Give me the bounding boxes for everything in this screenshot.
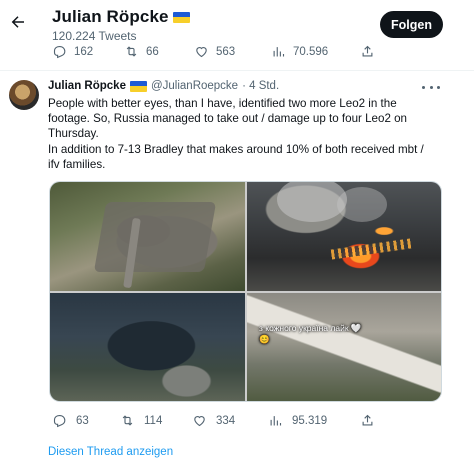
share-button[interactable] xyxy=(360,44,382,59)
smoke-shape xyxy=(337,187,387,222)
back-button[interactable] xyxy=(8,12,28,32)
show-thread-link[interactable]: Diesen Thread anzeigen xyxy=(48,446,173,458)
retweet-icon xyxy=(126,46,137,57)
heart-icon xyxy=(196,47,207,58)
tweet-time[interactable]: · 4 Std. xyxy=(242,80,279,92)
media-image-drone-view[interactable] xyxy=(50,293,245,401)
media-grid: з кожного україна лайк 🤍😊 xyxy=(49,181,442,402)
dot-icon xyxy=(437,85,440,89)
reply-count: 162 xyxy=(74,45,94,58)
author-name[interactable]: Julian Röpcke xyxy=(48,80,126,92)
reply-button[interactable]: 63 xyxy=(52,413,89,428)
tweet-author-line: Julian Röpcke @JulianRoepcke · 4 Std. xyxy=(48,80,279,92)
more-options-button[interactable] xyxy=(422,80,440,94)
views-icon xyxy=(273,47,285,57)
media-image-destroyed-vehicle[interactable]: з кожного україна лайк 🤍😊 xyxy=(247,293,441,401)
retweet-button[interactable]: 66 xyxy=(124,44,159,59)
tweet-text: People with better eyes, than I have, id… xyxy=(48,97,424,171)
fire-shape xyxy=(330,238,412,260)
like-button[interactable]: 563 xyxy=(194,44,235,59)
previous-tweet-actions: 162 66 563 70.596 xyxy=(0,40,474,64)
dot-icon xyxy=(429,85,433,89)
like-count: 563 xyxy=(216,45,236,58)
share-button[interactable] xyxy=(360,413,384,428)
heart-icon xyxy=(194,416,205,427)
reply-icon xyxy=(53,414,66,428)
reply-count: 63 xyxy=(76,414,89,427)
tweet-actions: 63 114 334 95.319 xyxy=(0,410,474,432)
author-handle[interactable]: @JulianRoepcke xyxy=(151,80,238,92)
views-count: 95.319 xyxy=(292,414,328,427)
media-image-tank[interactable] xyxy=(50,182,245,291)
follow-button[interactable]: Folgen xyxy=(380,11,443,38)
like-button[interactable]: 334 xyxy=(192,413,235,428)
media-overlay-text: з кожного україна лайк 🤍😊 xyxy=(259,323,362,344)
retweet-count: 66 xyxy=(146,45,159,58)
profile-title: Julian Röpcke 120.224 Tweets xyxy=(52,7,190,43)
ukraine-flag-icon xyxy=(129,80,147,92)
account-name: Julian Röpcke xyxy=(52,7,169,26)
retweet-icon xyxy=(122,415,133,426)
arrow-left-icon xyxy=(11,16,24,28)
like-count: 334 xyxy=(216,414,236,427)
dot-icon xyxy=(422,85,425,89)
avatar[interactable] xyxy=(9,80,39,110)
share-icon xyxy=(362,45,373,57)
share-icon xyxy=(362,414,373,426)
reply-button[interactable]: 162 xyxy=(52,44,93,59)
media-image-burning-vehicle[interactable] xyxy=(247,182,441,291)
views-button[interactable]: 70.596 xyxy=(271,44,328,59)
retweet-count: 114 xyxy=(144,414,163,427)
views-icon xyxy=(270,416,282,426)
retweet-button[interactable]: 114 xyxy=(120,413,162,428)
ukraine-flag-icon xyxy=(172,11,190,23)
reply-icon xyxy=(53,45,66,59)
divider xyxy=(0,70,474,71)
views-button[interactable]: 95.319 xyxy=(268,413,327,428)
tank-shape xyxy=(93,202,217,272)
views-count: 70.596 xyxy=(293,45,329,58)
